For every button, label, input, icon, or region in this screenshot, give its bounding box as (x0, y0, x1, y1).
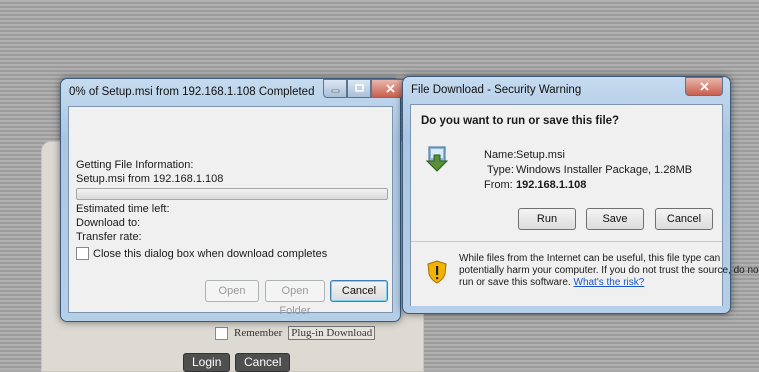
minimize-icon[interactable] (323, 79, 347, 98)
run-or-save-question: Do you want to run or save this file? (421, 115, 620, 127)
whats-the-risk-link[interactable]: What's the risk? (574, 277, 645, 288)
security-dialog-body: Do you want to run or save this file? Na… (410, 104, 759, 306)
plugin-download-link[interactable]: Plug-in Download (288, 326, 376, 340)
download-cancel-button[interactable]: Cancel (330, 280, 388, 302)
download-dialog-body: Getting File Information: Setup.msi from… (68, 106, 393, 317)
type-label: Type: (487, 164, 514, 176)
security-warning-dialog: File Download - Security Warning Do you … (402, 76, 759, 314)
getting-info-label: Getting File Information: (76, 159, 194, 171)
download-to-label: Download to: (76, 217, 141, 229)
from-label: From: (484, 179, 513, 191)
close-when-done-row: Close this dialog box when download comp… (76, 247, 327, 260)
shield-warning-icon (427, 260, 447, 287)
remember-row: Remember Plug-in Download (215, 326, 376, 340)
file-source-label: Setup.msi from 192.168.1.108 (76, 173, 224, 185)
warning-text-line-2: potentially harm your computer. If you d… (459, 265, 759, 276)
from-value: 192.168.1.108 (516, 179, 587, 191)
name-value: Setup.msi (516, 149, 565, 161)
background-cancel-button[interactable]: Cancel (235, 353, 291, 372)
warning-text-line-3: run or save this software. What's the ri… (459, 277, 644, 288)
open-button[interactable]: Open (205, 280, 259, 302)
remember-checkbox[interactable] (215, 326, 228, 340)
installer-icon (425, 145, 449, 176)
warning-strip: While files from the Internet can be use… (411, 241, 759, 306)
download-dialog-title: 0% of Setup.msi from 192.168.1.108 Compl… (69, 86, 315, 98)
download-progress-dialog: 0% of Setup.msi from 192.168.1.108 Compl… (60, 78, 409, 322)
security-cancel-button[interactable]: Cancel (655, 208, 713, 230)
close-when-done-label: Close this dialog box when download comp… (93, 247, 328, 260)
open-folder-button[interactable]: Open Folder (265, 280, 325, 317)
run-button[interactable]: Run (518, 208, 576, 230)
close-icon[interactable] (685, 77, 723, 96)
remember-label: Remember (234, 327, 283, 339)
estimated-time-label: Estimated time left: (76, 203, 170, 215)
maximize-icon[interactable] (347, 79, 371, 98)
save-button[interactable]: Save (586, 208, 644, 230)
type-value: Windows Installer Package, 1.28MB (516, 164, 693, 176)
warning-text-line-1: While files from the Internet can be use… (459, 253, 721, 264)
transfer-rate-label: Transfer rate: (76, 231, 142, 243)
name-label: Name: (484, 149, 517, 161)
login-button[interactable]: Login (183, 353, 231, 372)
warning-text-line-3-text: run or save this software. (459, 277, 571, 288)
close-when-done-checkbox[interactable] (76, 247, 89, 260)
security-dialog-title: File Download - Security Warning (411, 84, 582, 96)
download-progress-bar (76, 188, 388, 200)
